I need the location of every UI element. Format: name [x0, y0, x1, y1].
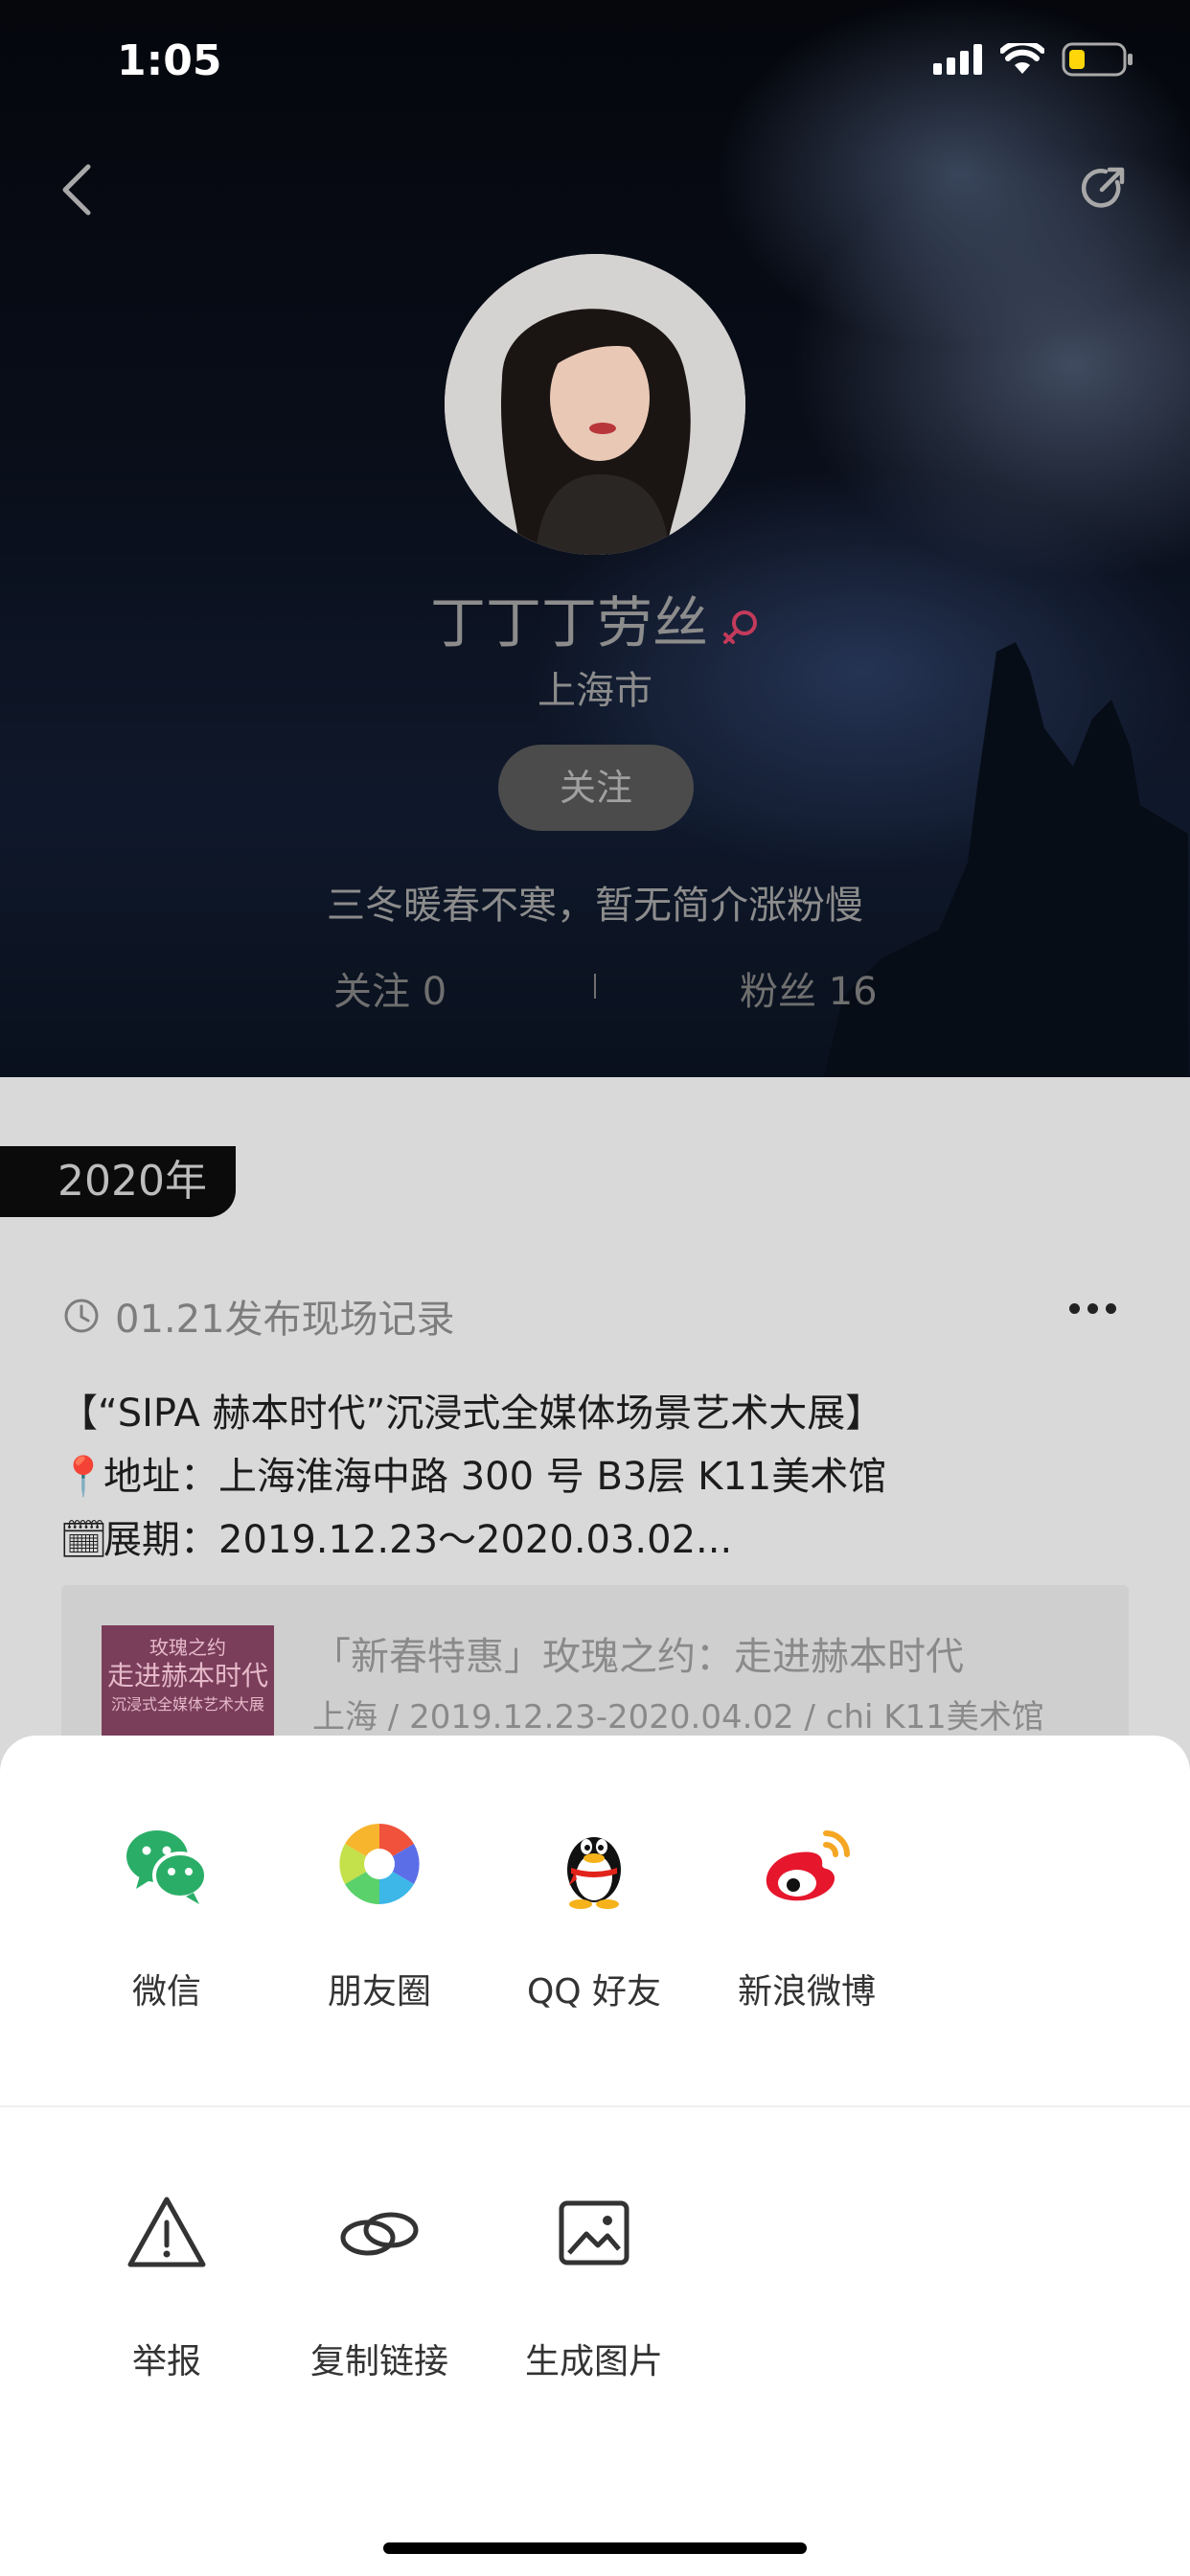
fans-count[interactable]: 粉丝 16 [740, 960, 878, 1016]
share-label: 朋友圈 [327, 1972, 431, 2012]
avatar[interactable] [445, 254, 745, 555]
action-label: 生成图片 [524, 2342, 663, 2381]
post-meta: 01.21发布现场记录 [63, 1288, 455, 1344]
status-time: 1:05 [117, 36, 222, 85]
report-button[interactable]: 举报 [71, 2186, 263, 2383]
post-line-period-text: 展期：2019.12.23～2020.03.02... [103, 1518, 733, 1562]
event-subtitle: 上海 / 2019.12.23-2020.04.02 / chi K11美术馆 [312, 1698, 1044, 1736]
share-button[interactable] [1079, 165, 1127, 213]
more-dot [1106, 1303, 1116, 1314]
stats-divider [594, 974, 596, 999]
generate-image-button[interactable]: 生成图片 [498, 2186, 690, 2383]
action-label: 复制链接 [309, 2342, 448, 2381]
post-line-period: 🗓展期：2019.12.23～2020.03.02... [59, 1508, 886, 1572]
share-qq-button[interactable]: QQ 好友 [498, 1816, 690, 2013]
share-wechat-button[interactable]: 微信 [71, 1816, 263, 2013]
share-moments-button[interactable]: 朋友圈 [284, 1816, 475, 2013]
post-line-address: 📍地址：上海淮海中路 300 号 B3层 K11美术馆 [59, 1445, 886, 1508]
event-thumb-line: 玫瑰之约 [149, 1636, 226, 1659]
event-thumb-line: 沉浸式全媒体艺术大展 [110, 1695, 264, 1714]
share-label: 微信 [131, 1972, 201, 2012]
profile-name-text: 丁丁丁劳丝 [429, 590, 708, 656]
profile-bio: 三冬暖春不寒，暂无简介涨粉慢 [327, 884, 863, 928]
female-icon [723, 610, 757, 644]
event-thumb-line: 走进赫本时代 [106, 1660, 268, 1691]
following-count[interactable]: 关注 0 [333, 960, 446, 1016]
link-icon [340, 2212, 419, 2256]
image-icon [559, 2200, 629, 2266]
profile-stats: 关注 0 粉丝 16 [0, 960, 1190, 1018]
back-button[interactable] [56, 161, 98, 218]
calendar-icon: 🗓 [59, 1518, 108, 1562]
avatar-photo [445, 254, 745, 555]
qq-icon [567, 1837, 621, 1909]
profile-city: 上海市 [538, 669, 652, 713]
status-icons [933, 42, 1134, 77]
pin-icon: 📍 [59, 1455, 107, 1499]
moments-icon [339, 1824, 420, 1904]
event-title: 「新春特惠」玫瑰之约：走进赫本时代 [312, 1635, 964, 1679]
copy-link-button[interactable]: 复制链接 [284, 2186, 475, 2383]
post-line-address-text: 地址：上海淮海中路 300 号 B3层 K11美术馆 [103, 1455, 887, 1499]
warning-icon [127, 2196, 206, 2267]
signal-icon [933, 44, 982, 75]
share-label: 新浪微博 [737, 1972, 876, 2012]
sheet-divider [0, 2105, 1190, 2107]
profile-name: 丁丁丁劳丝 [0, 578, 1190, 658]
post-text[interactable]: 【“SIPA 赫本时代”沉浸式全媒体场景艺术大展】 📍地址：上海淮海中路 300… [59, 1382, 886, 1572]
more-dot [1087, 1303, 1098, 1314]
profile-header: 1:05 丁丁丁劳丝 上海市 关注 三冬暖春不寒，暂无简介涨粉慢 关注 0 粉丝… [0, 0, 1190, 1077]
wifi-icon [1000, 43, 1044, 74]
action-label: 举报 [131, 2342, 201, 2381]
home-indicator[interactable] [383, 2542, 807, 2554]
clock-icon [64, 1299, 99, 1333]
post-meta-text: 01.21发布现场记录 [115, 1298, 455, 1342]
more-dot [1069, 1303, 1080, 1314]
wechat-icon [126, 1830, 208, 1904]
weibo-icon [766, 1830, 850, 1901]
share-sheet: 微信 朋友圈 QQ 好友 新浪微博 举报 复制链接 生成图片 [0, 1736, 1190, 2576]
post-line-title: 【“SIPA 赫本时代”沉浸式全媒体场景艺术大展】 [59, 1392, 884, 1436]
battery-icon [1062, 42, 1133, 77]
share-label: QQ 好友 [526, 1972, 662, 2012]
more-button[interactable] [1069, 1303, 1116, 1314]
year-tag: 2020年 [0, 1146, 236, 1217]
follow-button[interactable]: 关注 [498, 745, 694, 831]
share-weibo-button[interactable]: 新浪微博 [711, 1816, 903, 2013]
